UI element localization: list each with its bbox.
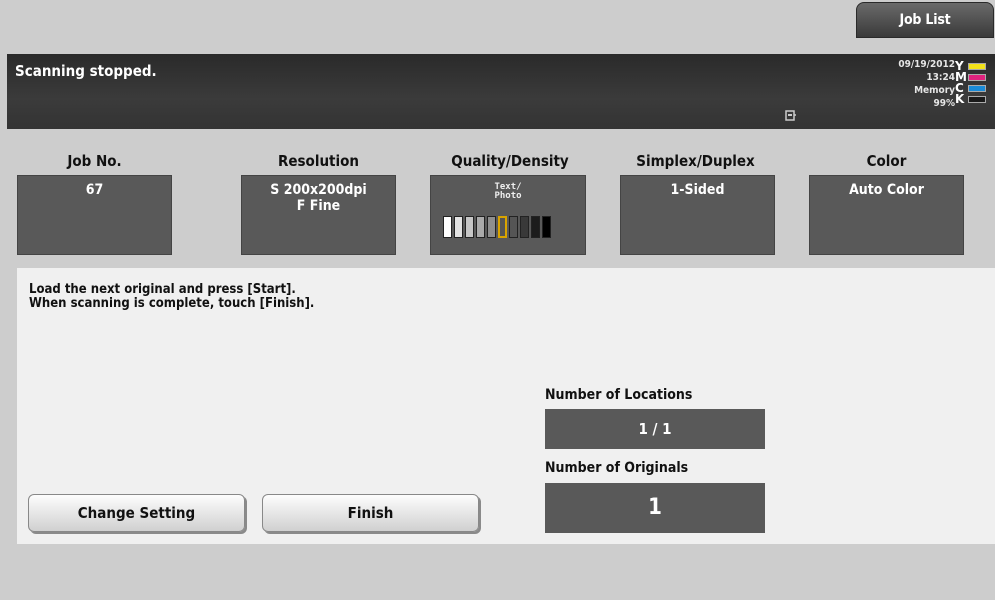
- status-info: 09/19/2012 13:24 Memory 99%: [898, 58, 955, 110]
- density-step: [443, 216, 452, 238]
- density-scale: [443, 216, 553, 238]
- density-step: [476, 216, 485, 238]
- instructions: Load the next original and press [Start]…: [29, 283, 314, 311]
- simplex-duplex-label: Simplex/Duplex: [636, 152, 755, 170]
- top-bar: Job List: [0, 0, 995, 54]
- memory-label: Memory: [914, 85, 955, 96]
- originals-label: Number of Originals: [545, 460, 689, 476]
- density-step: [498, 216, 507, 238]
- main-panel: Load the next original and press [Start]…: [17, 268, 995, 544]
- originals-value: 1: [648, 495, 662, 520]
- memory-value: 99%: [933, 98, 955, 109]
- resolution-box: S 200x200dpi F Fine: [241, 175, 396, 255]
- quality-density-label: Quality/Density: [451, 152, 569, 170]
- job-no-box: 67: [17, 175, 172, 255]
- instruction-line-2: When scanning is complete, touch [Finish…: [29, 296, 315, 311]
- simplex-duplex-value: 1-Sided: [670, 182, 725, 198]
- density-step: [520, 216, 529, 238]
- finish-button[interactable]: Finish: [262, 494, 479, 532]
- color-value: Auto Color: [849, 182, 924, 198]
- color-box: Auto Color: [809, 175, 964, 255]
- quality-density-box: Text/ Photo: [430, 175, 586, 255]
- locations-label: Number of Locations: [545, 387, 693, 403]
- change-setting-button[interactable]: Change Setting: [28, 494, 245, 532]
- job-list-button[interactable]: Job List: [856, 2, 994, 38]
- density-step: [487, 216, 496, 238]
- instruction-line-1: Load the next original and press [Start]…: [29, 282, 296, 297]
- originals-box: 1: [545, 483, 765, 533]
- resolution-label: Resolution: [277, 152, 360, 170]
- density-step: [454, 216, 463, 238]
- density-step: [531, 216, 540, 238]
- locations-value: 1 / 1: [638, 420, 672, 438]
- density-step: [509, 216, 518, 238]
- resolution-value: S 200x200dpi: [270, 182, 367, 198]
- resolution-fine: F Fine: [296, 198, 341, 214]
- job-no-value: 67: [85, 182, 104, 198]
- toner-levels: Y M C K: [955, 60, 991, 105]
- density-step: [465, 216, 474, 238]
- density-step: [542, 216, 551, 238]
- status-bar: Scanning stopped. 09/19/2012 13:24 Memor…: [7, 54, 995, 129]
- toner-black: K: [955, 93, 991, 105]
- job-no-label: Job No.: [67, 152, 122, 170]
- memory-icon: [785, 109, 797, 121]
- simplex-duplex-box: 1-Sided: [620, 175, 775, 255]
- date-text: 09/19/2012: [898, 59, 955, 70]
- status-message: Scanning stopped.: [15, 62, 157, 80]
- time-text: 13:24: [926, 72, 955, 83]
- quality-mode-line2: Photo: [494, 191, 522, 201]
- color-label: Color: [866, 152, 907, 170]
- locations-box: 1 / 1: [545, 409, 765, 449]
